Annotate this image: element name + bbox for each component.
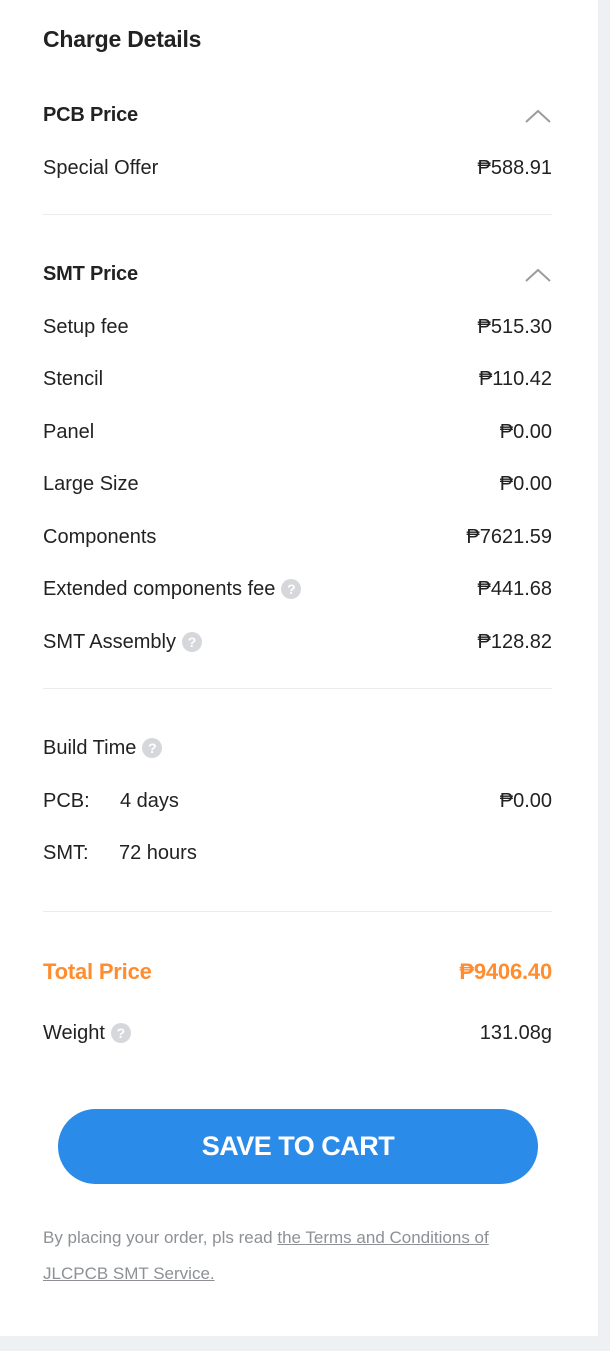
stencil-value: ₱110.42 [478,368,552,390]
question-circle-icon[interactable]: ? [281,578,302,599]
build-time-row: Build Time? [43,737,163,760]
panel-label: Panel [43,421,95,443]
pcb-build-value: ₱0.00 [499,790,552,812]
stencil-label: Stencil [43,368,104,390]
pcb-price-heading: PCB Price [43,104,138,126]
extended-components-fee-label: Extended components fee [43,578,276,600]
weight-label: Weight [43,1022,105,1044]
build-time-label: Build Time [43,737,137,759]
weight-row: Weight? [43,1022,131,1045]
smt-assembly-row: SMT Assembly? [43,631,202,654]
large-size-label: Large Size [43,473,139,495]
question-circle-icon[interactable]: ? [182,631,202,652]
smt-assembly-label: SMT Assembly [43,631,176,653]
chevron-up-icon[interactable] [525,268,551,282]
smt-build-label: SMT: [43,842,89,864]
weight-value: 131.08g [479,1022,552,1044]
pcb-build-time: 4 days [120,790,179,812]
pcb-build-label: PCB: [43,790,90,812]
panel-value: ₱0.00 [499,421,552,443]
total-price-value: ₱9406.40 [459,959,552,984]
special-offer-label: Special Offer [43,157,159,179]
chevron-up-icon[interactable] [525,109,551,123]
divider [43,688,552,689]
setup-fee-label: Setup fee [43,316,129,338]
divider [43,214,552,215]
question-circle-icon[interactable]: ? [110,1022,131,1043]
setup-fee-value: ₱515.30 [477,316,552,338]
extended-components-fee-row: Extended components fee? [43,578,302,601]
extended-components-fee-value: ₱441.68 [477,578,552,600]
panel-title: Charge Details [43,26,202,52]
total-price-label: Total Price [43,959,152,984]
divider [43,911,552,912]
components-value: ₱7621.59 [466,526,552,548]
terms-notice: By placing your order, pls read the Term… [43,1220,543,1292]
smt-assembly-value: ₱128.82 [477,631,552,653]
charge-details-panel: Charge Details PCB Price Special Offer ₱… [0,0,598,1336]
terms-notice-prefix: By placing your order, pls read [43,1228,278,1247]
question-circle-icon[interactable]: ? [142,737,163,758]
special-offer-value: ₱588.91 [477,157,552,179]
components-label: Components [43,526,157,548]
large-size-value: ₱0.00 [499,473,552,495]
save-to-cart-button[interactable]: SAVE TO CART [58,1109,538,1184]
smt-build-time: 72 hours [119,842,197,864]
smt-price-heading: SMT Price [43,263,138,285]
